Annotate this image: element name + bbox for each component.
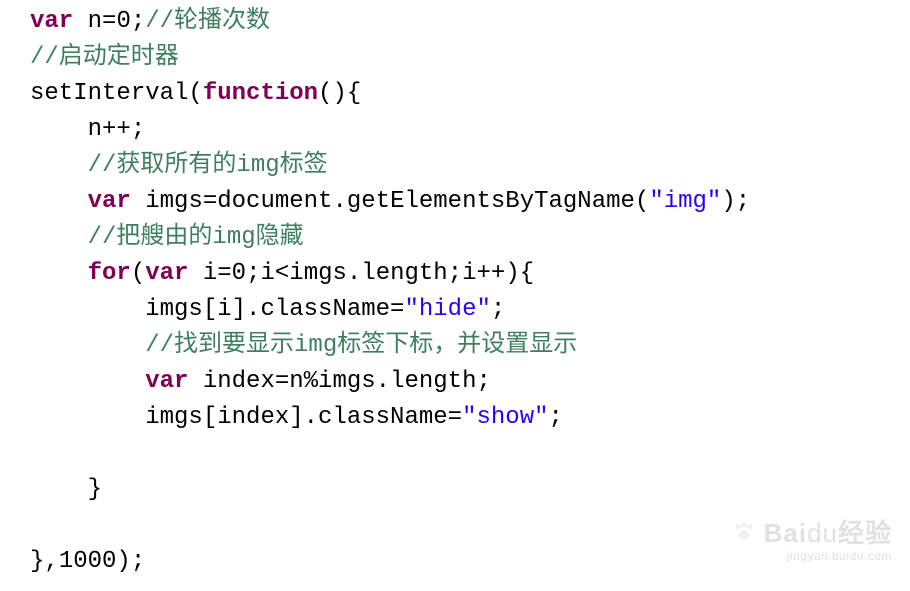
code-token-str: "img"	[649, 188, 721, 215]
code-token-kw: var	[145, 260, 188, 287]
code-token-kw: for	[88, 260, 131, 287]
code-token-num: 0	[116, 8, 130, 35]
code-token-num: 0	[232, 260, 246, 287]
code-token-pun: index=n%imgs.length;	[188, 368, 490, 395]
code-token-str: "show"	[462, 404, 548, 431]
code-token-cmt: //把艘由的img隐藏	[88, 224, 304, 251]
code-token-pun	[30, 332, 145, 359]
code-token-pun: imgs=document.getElementsByTagName(	[131, 188, 649, 215]
code-token-cmt: //启动定时器	[30, 44, 179, 71]
code-token-num: 1000	[59, 548, 117, 575]
code-token-pun	[30, 260, 88, 287]
code-token-pun: ;	[549, 404, 563, 431]
code-token-pun: i=	[188, 260, 231, 287]
code-token-kw: var	[145, 368, 188, 395]
code-token-pun: imgs[i].className=	[30, 296, 404, 323]
code-token-pun: n++;	[30, 116, 145, 143]
code-token-cmt: //轮播次数	[145, 8, 270, 35]
code-token-pun: );	[721, 188, 750, 215]
code-token-kw: var	[30, 8, 73, 35]
code-token-pun: n=	[73, 8, 116, 35]
code-token-pun: },	[30, 548, 59, 575]
code-token-pun: );	[116, 548, 145, 575]
code-token-pun: ;	[491, 296, 505, 323]
code-token-str: "hide"	[404, 296, 490, 323]
code-token-pun: ;i<imgs.length;i++){	[246, 260, 534, 287]
code-token-pun: imgs[index].className=	[30, 404, 462, 431]
code-token-pun: (	[131, 260, 145, 287]
code-token-pun	[30, 224, 88, 251]
code-token-pun	[30, 188, 88, 215]
code-token-pun	[30, 368, 145, 395]
code-token-id: setInterval(	[30, 80, 203, 107]
code-token-pun: ;	[131, 8, 145, 35]
code-token-cmt: //获取所有的img标签	[88, 152, 328, 179]
code-block: var n=0;//轮播次数 //启动定时器 setInterval(funct…	[0, 0, 910, 580]
code-token-pun	[30, 152, 88, 179]
code-token-kw: var	[88, 188, 131, 215]
code-token-kw: function	[203, 80, 318, 107]
code-token-pun: (){	[318, 80, 361, 107]
code-token-cmt: //找到要显示img标签下标，并设置显示	[145, 332, 577, 359]
code-token-pun: }	[30, 476, 102, 503]
